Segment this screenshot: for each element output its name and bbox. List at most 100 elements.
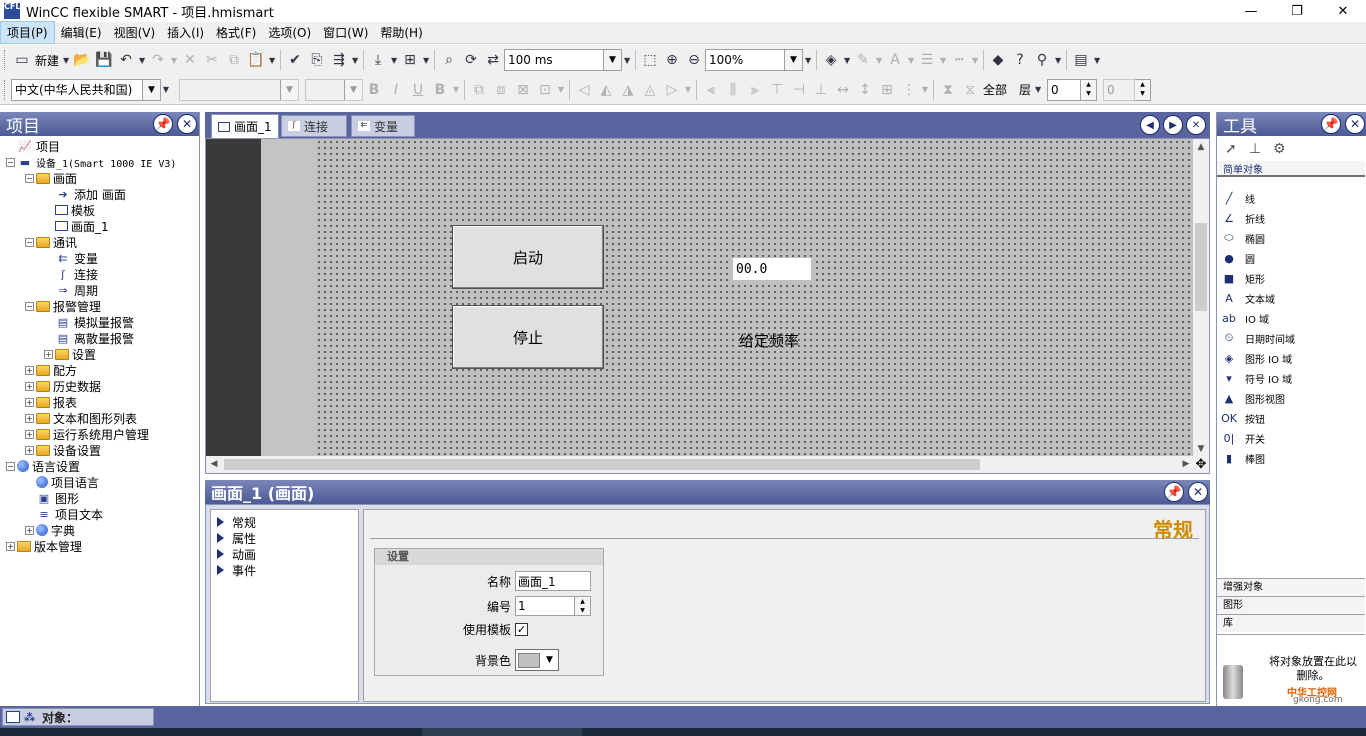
align-dropdown-icon[interactable]: ▼ bbox=[421, 49, 431, 71]
collapse-icon[interactable]: − bbox=[25, 301, 34, 311]
help-dropdown-icon[interactable]: ▼ bbox=[1053, 49, 1063, 71]
line-style-icon[interactable]: ┅ bbox=[948, 49, 970, 71]
tree-item[interactable]: ▣ 图形 bbox=[0, 490, 198, 506]
tree-item[interactable]: ➔ 添加 画面 bbox=[0, 186, 198, 202]
transfer-dropdown-icon[interactable]: ▼ bbox=[350, 49, 360, 71]
expand-icon[interactable]: + bbox=[6, 541, 15, 551]
close-icon[interactable]: ✕ bbox=[1186, 115, 1206, 135]
redo-dropdown-icon[interactable]: ▼ bbox=[169, 49, 179, 71]
expand-icon[interactable]: + bbox=[44, 349, 53, 359]
menu-format[interactable]: 格式(F) bbox=[210, 22, 262, 43]
font-color-dropdown-icon[interactable]: ▼ bbox=[906, 49, 916, 71]
pin-icon[interactable]: 📌 bbox=[153, 114, 173, 134]
expand-icon[interactable]: + bbox=[25, 429, 34, 439]
bold-button[interactable]: B bbox=[363, 79, 385, 101]
nav-general[interactable]: 常规 bbox=[211, 514, 358, 530]
chevron-down-icon[interactable]: ▼ bbox=[142, 79, 160, 100]
font-select[interactable]: ▼ bbox=[179, 78, 299, 101]
cycle-select[interactable]: 100 ms ▼ bbox=[504, 49, 623, 71]
paste-icon[interactable]: 📋 bbox=[245, 49, 267, 71]
align-icon[interactable]: ⊞ bbox=[399, 49, 421, 71]
tool-item[interactable]: ▲ 图形视图 bbox=[1217, 388, 1365, 408]
layer-input-2[interactable]: 0 bbox=[1103, 78, 1136, 101]
cycle-extra-dropdown-icon[interactable]: ▼ bbox=[622, 49, 632, 71]
window-layout-dropdown-icon[interactable]: ▼ bbox=[1092, 49, 1102, 71]
menu-insert[interactable]: 插入(I) bbox=[161, 22, 210, 43]
ungroup-icon[interactable]: ⧈ bbox=[490, 79, 512, 101]
collapse-icon[interactable]: − bbox=[25, 173, 34, 183]
library-icon[interactable]: ◆ bbox=[987, 49, 1009, 71]
zoom-extra-dropdown-icon[interactable]: ▼ bbox=[803, 49, 813, 71]
window-layout-icon[interactable]: ▤ bbox=[1070, 49, 1092, 71]
graphics-group[interactable]: 图形 bbox=[1217, 596, 1365, 614]
same-width-icon[interactable]: ↔ bbox=[832, 79, 854, 101]
background-color-picker[interactable]: ▼ bbox=[515, 649, 559, 671]
tree-item[interactable]: ≡ 项目文本 bbox=[0, 506, 198, 522]
same-height-icon[interactable]: ↕ bbox=[854, 79, 876, 101]
stamp-icon[interactable]: ⊥ bbox=[1249, 141, 1273, 157]
chevron-down-icon[interactable]: ▼ bbox=[344, 79, 362, 100]
collapse-icon[interactable]: − bbox=[6, 157, 15, 167]
taskbar-item[interactable] bbox=[422, 728, 582, 736]
collapse-icon[interactable]: − bbox=[25, 237, 34, 247]
tree-item[interactable]: + 设置 bbox=[0, 346, 198, 362]
io-field[interactable]: 00.0 bbox=[732, 257, 812, 281]
start-button[interactable]: 启动 bbox=[452, 225, 604, 289]
object-status[interactable]: ⁂ 对象： bbox=[2, 708, 154, 726]
download-icon[interactable]: ⤓ bbox=[367, 49, 389, 71]
tool-item[interactable]: ▾ 符号 IO 域 bbox=[1217, 368, 1365, 388]
nav-animations[interactable]: 动画 bbox=[211, 546, 358, 562]
nav-properties[interactable]: 属性 bbox=[211, 530, 358, 546]
rotate-icon[interactable]: ◬ bbox=[639, 79, 661, 101]
tree-item[interactable]: + 报表 bbox=[0, 394, 198, 410]
zoom-select[interactable]: 100% ▼ bbox=[705, 49, 804, 71]
group-icon[interactable]: ⧉ bbox=[468, 79, 490, 101]
tree-item[interactable]: + 运行系统用户管理 bbox=[0, 426, 198, 442]
enhanced-objects-group[interactable]: 增强对象 bbox=[1217, 578, 1365, 596]
simple-objects-group[interactable]: 简单对象 bbox=[1217, 161, 1365, 177]
tree-item[interactable]: − ▬ 设备_1(Smart 1000 IE V3) bbox=[0, 154, 198, 170]
close-window-button[interactable]: ✕ bbox=[1320, 0, 1366, 22]
italic-button[interactable]: I bbox=[385, 79, 407, 101]
scroll-up-icon[interactable]: ▲ bbox=[1193, 139, 1209, 155]
tree-item[interactable]: + 字典 bbox=[0, 522, 198, 538]
redo-icon[interactable]: ↷ bbox=[147, 49, 169, 71]
tree-item[interactable]: + 文本和图形列表 bbox=[0, 410, 198, 426]
help-icon[interactable]: ? bbox=[1009, 49, 1031, 71]
same-size-icon[interactable]: ⊞ bbox=[876, 79, 898, 101]
stop-button[interactable]: 停止 bbox=[452, 305, 604, 369]
compile-icon[interactable]: ⎘ bbox=[306, 49, 328, 71]
tools-settings-icon[interactable]: ⚙ bbox=[1273, 141, 1297, 157]
maximize-button[interactable]: ❐ bbox=[1274, 0, 1320, 22]
tree-item[interactable]: ⇒ 周期 bbox=[0, 282, 198, 298]
copy-icon[interactable]: ⧉ bbox=[223, 49, 245, 71]
move-icon[interactable]: ✥ bbox=[1193, 456, 1209, 473]
name-field[interactable]: 画面_1 bbox=[515, 571, 591, 591]
tool-item[interactable]: 0| 开关 bbox=[1217, 428, 1365, 448]
tool-item[interactable]: ■ 矩形 bbox=[1217, 268, 1365, 288]
line-color-dropdown-icon[interactable]: ▼ bbox=[874, 49, 884, 71]
tree-item[interactable]: 📈 项目 bbox=[0, 138, 198, 154]
close-icon[interactable]: ✕ bbox=[1188, 482, 1208, 502]
tree-item[interactable]: ▤ 模拟量报警 bbox=[0, 314, 198, 330]
tree-item[interactable]: + 历史数据 bbox=[0, 378, 198, 394]
line-color-icon[interactable]: ✎ bbox=[852, 49, 874, 71]
vertical-scrollbar[interactable]: ▲ ▼ bbox=[1193, 139, 1209, 457]
tool-item[interactable]: ◈ 图形 IO 域 bbox=[1217, 348, 1365, 368]
tab-tags[interactable]: ⇇ 变量 bbox=[351, 115, 415, 137]
zoom-in-icon[interactable]: ⊕ bbox=[661, 49, 683, 71]
scroll-right-icon[interactable]: ▶ bbox=[1178, 456, 1194, 473]
tree-item[interactable]: + 设备设置 bbox=[0, 442, 198, 458]
pin-icon[interactable]: 📌 bbox=[1164, 482, 1184, 502]
collapse-icon[interactable]: − bbox=[6, 461, 15, 471]
tool-item[interactable]: ● 圆 bbox=[1217, 248, 1365, 268]
layer-input[interactable]: 0 bbox=[1047, 78, 1082, 101]
language-select[interactable]: 中文(中华人民共和国) ▼ bbox=[11, 78, 161, 101]
group-edit-icon[interactable]: ⊡ bbox=[534, 79, 556, 101]
expand-icon[interactable]: + bbox=[25, 397, 34, 407]
fill-color-icon[interactable]: ◈ bbox=[820, 49, 842, 71]
menu-options[interactable]: 选项(O) bbox=[262, 22, 317, 43]
layer-down-icon[interactable]: ⧖ bbox=[959, 79, 981, 101]
all-layers-label[interactable]: 全部 bbox=[981, 81, 1009, 98]
horizontal-scrollbar[interactable]: ◀ ▶ bbox=[206, 456, 1194, 473]
